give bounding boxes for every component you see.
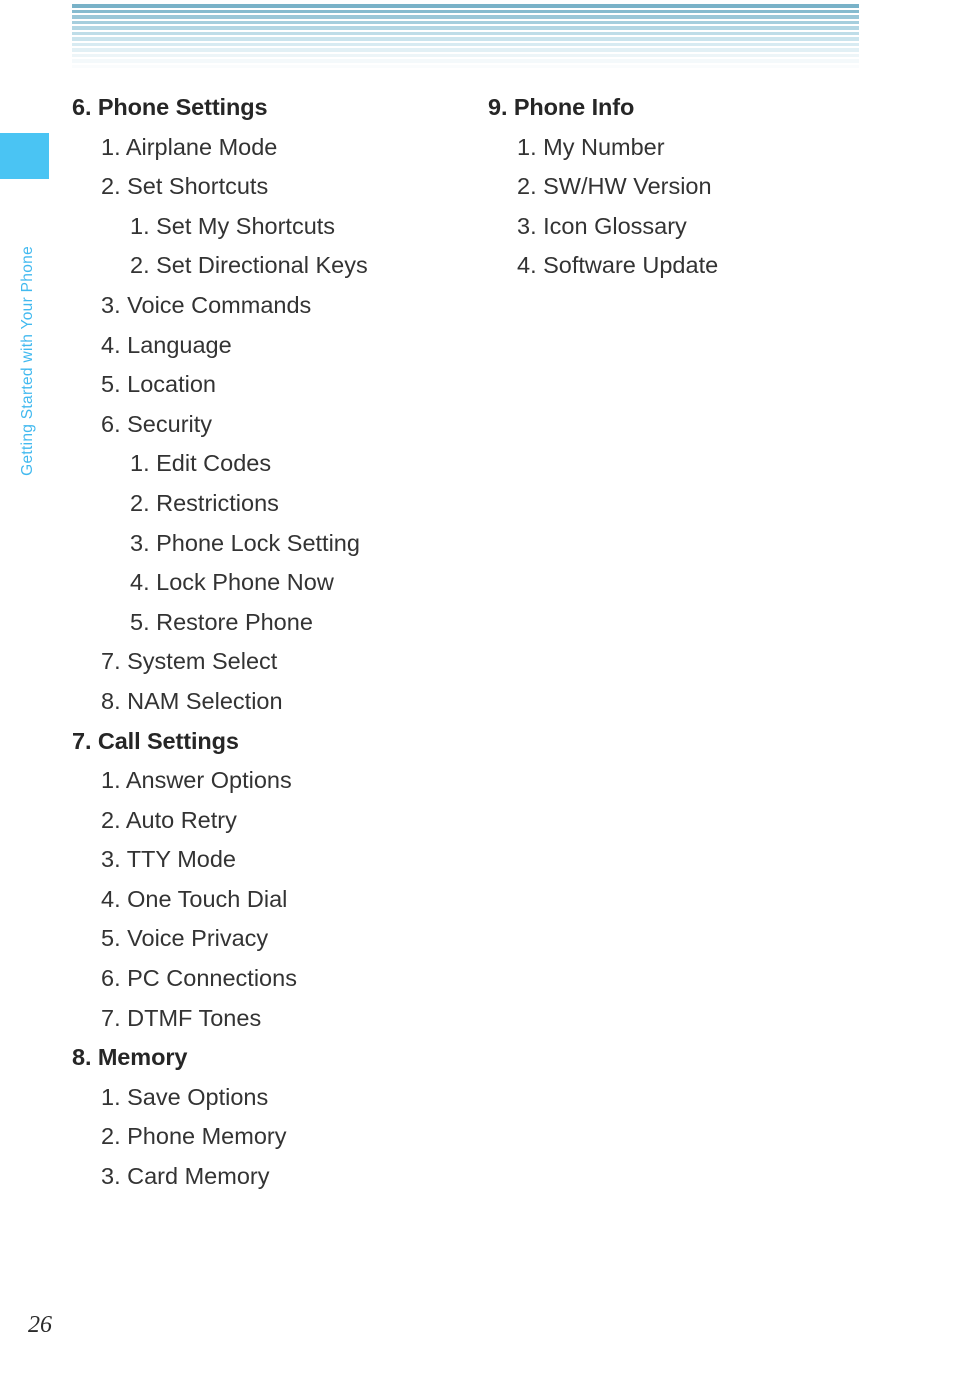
menu-item: 7. System Select	[101, 648, 278, 675]
menu-item: 3. Voice Commands	[101, 291, 312, 318]
chapter-tab-label-text: Getting Started with Your Phone	[19, 246, 36, 476]
menu-column-left: 6. Phone Settings 1. Airplane Mode 2. Set …	[72, 88, 472, 1197]
header-stripe	[72, 26, 859, 30]
menu-item: 4. One Touch Dial	[101, 885, 288, 912]
header-stripe	[72, 64, 859, 68]
menu-item: 4. Lock Phone Now	[130, 569, 334, 596]
menu-item: 4. Language	[101, 331, 232, 358]
menu-item: 4. Software Update	[517, 252, 719, 279]
header-stripe	[72, 9, 859, 13]
menu-item: 5. Voice Privacy	[101, 925, 269, 952]
header-stripe	[72, 53, 859, 57]
menu-item: 3. Card Memory	[101, 1163, 270, 1190]
menu-item: 2. Set Shortcuts	[101, 173, 269, 200]
menu-item: 1. Edit Codes	[130, 450, 272, 477]
menu-item: 7. DTMF Tones	[101, 1004, 262, 1031]
menu-item: 2. Restrictions	[130, 489, 279, 516]
chapter-tab-label: Getting Started with Your Phone	[0, 186, 56, 476]
menu-item: 3. TTY Mode	[101, 846, 236, 873]
menu-item: 8. NAM Selection	[101, 687, 283, 714]
menu-column-right: 9. Phone Info 1. My Number 2. SW/HW Versio…	[488, 88, 888, 286]
menu-item: 1. Set My Shortcuts	[130, 212, 336, 239]
menu-item: 1. Answer Options	[101, 767, 292, 794]
header-stripe	[72, 42, 859, 46]
menu-item: 1. Airplane Mode	[101, 133, 278, 160]
menu-item: 1. My Number	[517, 133, 665, 160]
menu-section-heading: 6. Phone Settings	[72, 94, 268, 120]
menu-section-heading: 9. Phone Info	[488, 94, 635, 120]
header-stripe	[72, 15, 859, 19]
menu-item: 3. Icon Glossary	[517, 212, 687, 239]
header-stripe	[72, 4, 859, 8]
header-stripe	[72, 31, 859, 35]
menu-item: 1. Save Options	[101, 1083, 269, 1110]
menu-item: 6. Security	[101, 410, 213, 437]
menu-item: 2. Auto Retry	[101, 806, 237, 833]
chapter-tab-marker	[0, 133, 49, 179]
menu-item: 2. SW/HW Version	[517, 173, 712, 200]
header-stripe-band	[72, 4, 859, 70]
page-number: 26	[28, 1312, 52, 1338]
menu-item: 2. Phone Memory	[101, 1123, 287, 1150]
header-stripe	[72, 48, 859, 52]
menu-section-heading: 7. Call Settings	[72, 727, 239, 754]
menu-item: 2. Set Directional Keys	[130, 252, 368, 279]
menu-section-heading: 8. Memory	[72, 1044, 188, 1071]
manual-page: Getting Started with Your Phone 6. Phone…	[0, 0, 954, 1385]
menu-item: 3. Phone Lock Setting	[130, 529, 360, 556]
header-stripe	[72, 37, 859, 41]
menu-item: 5. Restore Phone	[130, 608, 313, 635]
menu-item: 6. PC Connections	[101, 965, 297, 992]
menu-item: 5. Location	[101, 371, 216, 398]
header-stripe	[72, 59, 859, 63]
header-stripe	[72, 20, 859, 24]
